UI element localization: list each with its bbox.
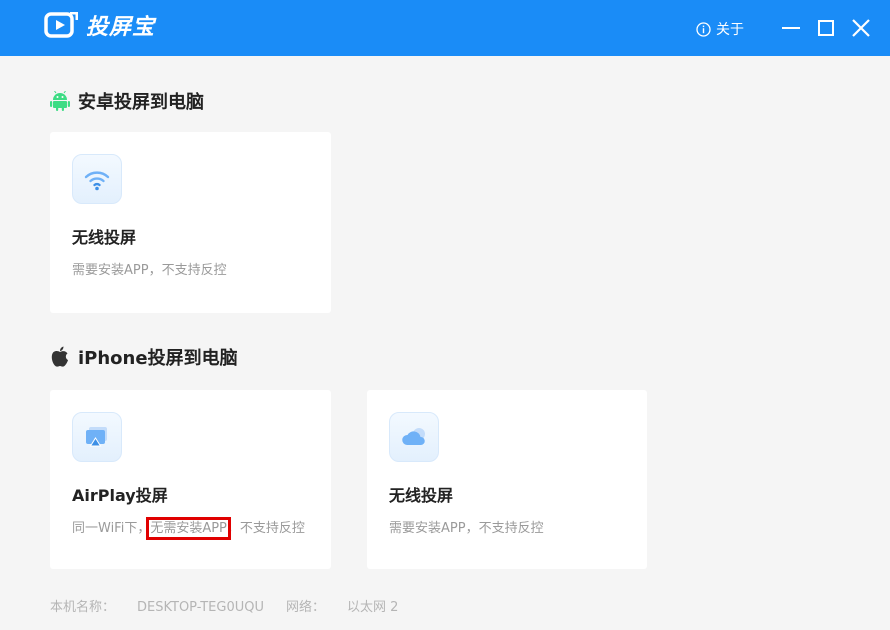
apple-icon — [51, 346, 68, 367]
hostname-label: 本机名称： — [50, 600, 116, 615]
cloud-icon — [389, 412, 439, 462]
info-icon — [696, 21, 711, 37]
network-label: 网络： — [286, 600, 326, 615]
airplay-icon — [72, 412, 122, 462]
title-bar: 投屏宝 关于 — [0, 0, 890, 56]
android-section-label: 安卓投屏到电脑 — [78, 92, 204, 113]
card-title: AirPlay投屏 — [72, 486, 168, 505]
wifi-icon — [72, 154, 122, 204]
card-title: 无线投屏 — [72, 228, 137, 247]
android-wireless-card[interactable]: 无线投屏 需要安装APP，不支持反控 — [50, 132, 331, 313]
close-icon[interactable] — [850, 17, 872, 39]
iphone-section-title: iPhone投屏到电脑 — [50, 344, 238, 370]
minimize-icon[interactable] — [780, 17, 802, 39]
status-footer: 本机名称： DESKTOP-TEG0UQU 网络： 以太网 2 — [50, 596, 398, 615]
desc-prefix: 同一WiFi下， — [72, 521, 151, 536]
android-icon — [50, 91, 70, 111]
android-section-title: 安卓投屏到电脑 — [50, 88, 204, 114]
about-button[interactable]: 关于 — [696, 18, 744, 40]
card-description: 需要安装APP，不支持反控 — [72, 263, 227, 278]
desc-suffix: ，不支持反控 — [226, 521, 305, 536]
airplay-card[interactable]: AirPlay投屏 同一WiFi下，无需安装APP，不支持反控 — [50, 390, 331, 569]
app-logo-icon — [44, 12, 78, 38]
maximize-icon[interactable] — [815, 17, 837, 39]
card-description: 同一WiFi下，无需安装APP，不支持反控 — [72, 517, 312, 540]
card-title: 无线投屏 — [389, 486, 454, 505]
app-title: 投屏宝 — [86, 15, 156, 40]
hostname-info: 本机名称： DESKTOP-TEG0UQU — [50, 600, 264, 615]
hostname-value: DESKTOP-TEG0UQU — [137, 600, 264, 615]
iphone-wireless-card[interactable]: 无线投屏 需要安装APP，不支持反控 — [367, 390, 647, 569]
highlighted-text: 无需安装APP — [146, 517, 231, 540]
network-info: 网络： 以太网 2 — [286, 600, 398, 615]
about-label: 关于 — [716, 22, 744, 38]
network-value: 以太网 2 — [347, 600, 399, 615]
card-description: 需要安装APP，不支持反控 — [389, 521, 544, 536]
iphone-section-label: iPhone投屏到电脑 — [78, 348, 238, 369]
